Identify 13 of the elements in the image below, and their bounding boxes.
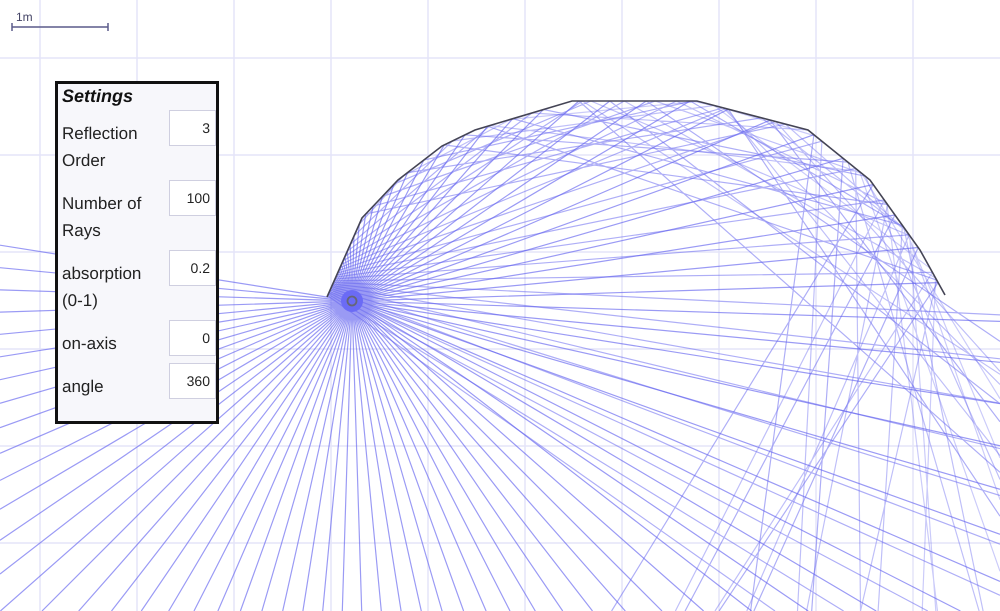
field-label: absorption (0-1) — [62, 263, 142, 312]
number-field[interactable]: 360 — [169, 363, 216, 399]
number-field[interactable]: 100 — [169, 180, 216, 216]
field-label: angle — [62, 376, 105, 398]
number-field[interactable]: 0.2 — [169, 250, 216, 286]
panel-title: Settings — [62, 86, 134, 107]
source-icon[interactable] — [341, 290, 363, 312]
scale-label: 1m — [16, 10, 33, 24]
field-label: Reflection Order — [62, 123, 139, 172]
field-label: on-axis — [62, 333, 118, 355]
field-label: Number of Rays — [62, 193, 142, 242]
number-field[interactable]: 3 — [169, 110, 216, 146]
number-field[interactable]: 0 — [169, 320, 216, 356]
